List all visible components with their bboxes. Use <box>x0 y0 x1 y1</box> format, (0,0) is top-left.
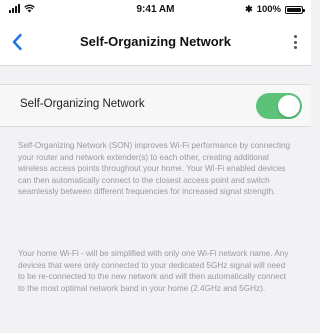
more-vertical-icon-dot <box>293 46 297 49</box>
chevron-left-icon <box>12 33 22 51</box>
son-setting-label: Self-Organizing Network <box>20 98 145 110</box>
son-toggle-switch[interactable] <box>256 93 302 119</box>
navigation-bar: Self-Organizing Network <box>0 20 311 66</box>
bluetooth-icon: ✱ <box>245 4 253 14</box>
back-button[interactable] <box>4 28 30 56</box>
toggle-knob <box>278 95 300 117</box>
more-vertical-icon-dot <box>293 40 297 44</box>
status-bar-right: ✱ 100% <box>245 4 305 15</box>
page-title: Self-Organizing Network <box>80 34 231 49</box>
battery-fill <box>287 7 301 12</box>
battery-percent: 100% <box>256 4 281 15</box>
more-vertical-icon <box>293 35 297 38</box>
son-setting-row: Self-Organizing Network <box>0 84 311 127</box>
son-description-paragraph: Self-Organizing Network (SON) improves W… <box>18 141 291 197</box>
wifi-simplification-paragraph: Your home Wi-Fi - will be simplified wit… <box>18 249 289 293</box>
status-bar: 9:41 AM ✱ 100% <box>0 0 311 20</box>
more-options-button[interactable] <box>285 30 305 54</box>
battery-icon <box>285 5 305 14</box>
